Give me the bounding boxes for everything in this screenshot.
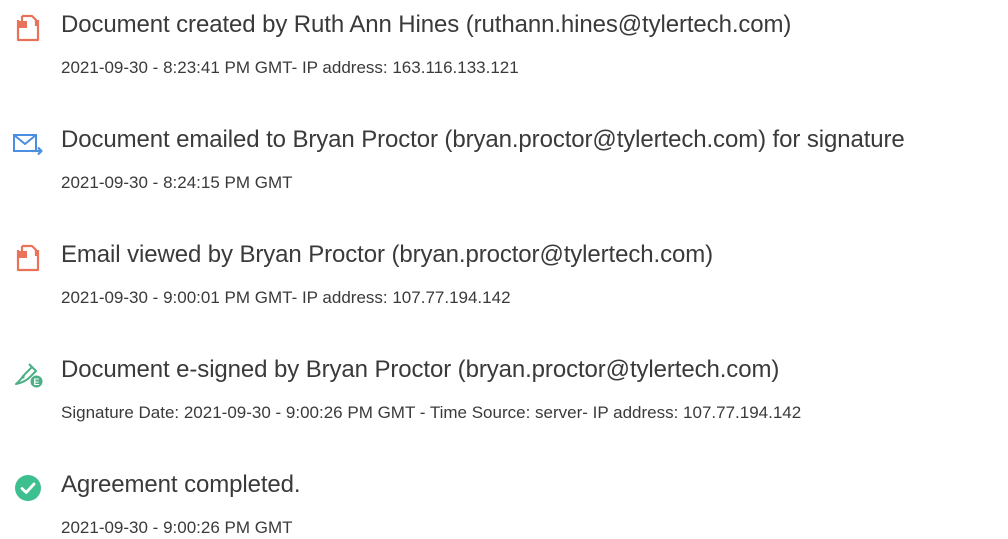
event-title: Agreement completed. — [61, 471, 301, 498]
check-circle-icon — [12, 472, 44, 504]
event-title: Document emailed to Bryan Proctor (bryan… — [61, 126, 905, 153]
audit-event-document-created: Document created by Ruth Ann Hines (ruth… — [0, 0, 1008, 77]
event-detail: Signature Date: 2021-09-30 - 9:00:26 PM … — [61, 403, 802, 422]
event-title: Document e-signed by Bryan Proctor (brya… — [61, 356, 780, 383]
e-sign-icon: E — [12, 357, 44, 389]
svg-text:E: E — [33, 377, 39, 387]
audit-event-document-esigned: E Document e-signed by Bryan Proctor (br… — [0, 345, 1008, 422]
audit-event-document-emailed: Document emailed to Bryan Proctor (bryan… — [0, 115, 1008, 192]
event-title: Email viewed by Bryan Proctor (bryan.pro… — [61, 241, 714, 268]
event-detail: 2021-09-30 - 9:00:01 PM GMT- IP address:… — [61, 288, 511, 307]
event-title: Document created by Ruth Ann Hines (ruth… — [61, 11, 792, 38]
event-detail: 2021-09-30 - 8:23:41 PM GMT- IP address:… — [61, 58, 519, 77]
email-icon — [12, 127, 44, 159]
event-detail: 2021-09-30 - 8:24:15 PM GMT — [61, 173, 293, 192]
audit-event-agreement-completed: Agreement completed. 2021-09-30 - 9:00:2… — [0, 460, 1008, 537]
audit-event-email-viewed: Email viewed by Bryan Proctor (bryan.pro… — [0, 230, 1008, 307]
document-icon — [12, 242, 44, 274]
document-icon — [12, 12, 44, 44]
